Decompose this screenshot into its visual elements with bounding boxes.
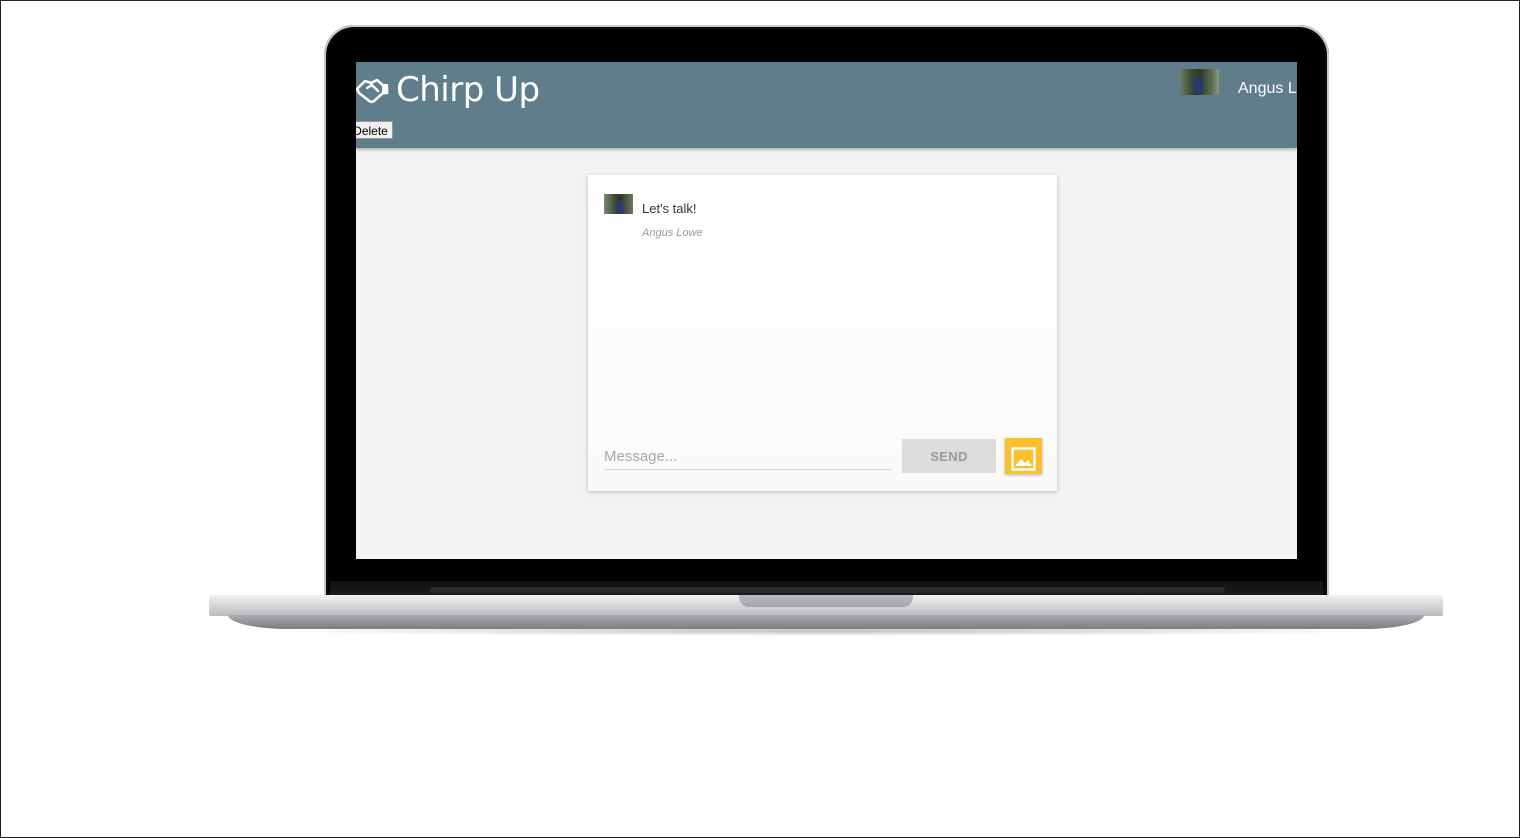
image-upload-button[interactable]: [1005, 438, 1042, 474]
image-icon: [1011, 447, 1036, 471]
message-text: Let's talk!: [642, 201, 697, 216]
laptop-hinge-detail: [430, 587, 1225, 593]
app-header: Chirp Up Angus Lowe Delete: [356, 62, 1297, 148]
app-screen: Chirp Up Angus Lowe Delete Let's talk! A…: [356, 62, 1297, 559]
delete-button[interactable]: Delete: [356, 121, 393, 139]
message-author: Angus Lowe: [642, 227, 703, 239]
handshake-icon: [356, 78, 389, 104]
app-title: Chirp Up: [396, 70, 540, 110]
message-avatar: [604, 194, 633, 214]
user-name[interactable]: Angus Lowe: [1238, 80, 1297, 98]
laptop-base-bottom: [228, 615, 1424, 629]
send-button[interactable]: SEND: [902, 439, 996, 473]
chat-card: Let's talk! Angus Lowe SEND: [588, 175, 1057, 491]
laptop-notch: [739, 595, 913, 607]
message-input[interactable]: [604, 443, 892, 470]
user-avatar[interactable]: [1180, 69, 1219, 95]
